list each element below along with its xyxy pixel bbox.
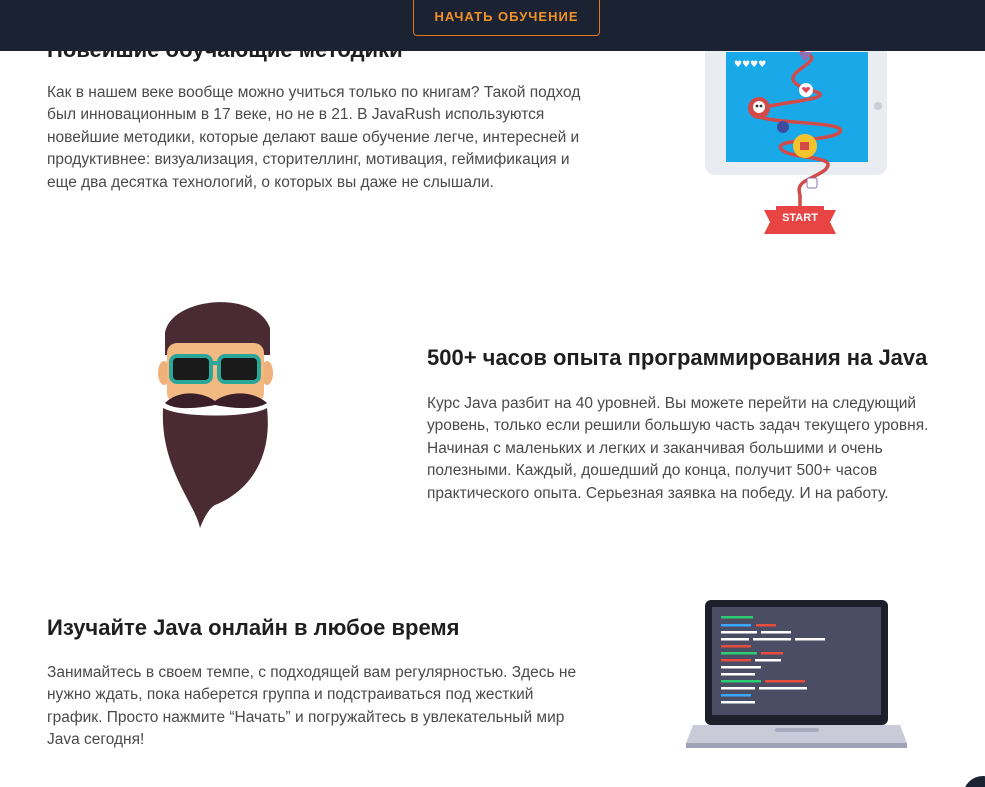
section-text: Как в нашем веке вообще можно учиться то… bbox=[47, 84, 581, 191]
svg-text:START: START bbox=[782, 212, 818, 224]
game-path-illustration: ♥♥♥♥ START bbox=[700, 30, 900, 240]
start-learning-button[interactable]: НАЧАТЬ ОБУЧЕНИЕ bbox=[413, 0, 600, 36]
top-navbar: НАЧАТЬ ОБУЧЕНИЕ bbox=[0, 0, 985, 51]
section-500-hours: 500+ часов опыта программирования на Jav… bbox=[427, 344, 967, 505]
hipster-illustration bbox=[155, 293, 275, 538]
section-title: Изучайте Java онлайн в любое время bbox=[47, 615, 460, 640]
chat-widget-button[interactable] bbox=[963, 776, 985, 787]
section-learn-anytime: Изучайте Java онлайн в любое время Заним… bbox=[47, 614, 592, 752]
section-title: 500+ часов опыта программирования на Jav… bbox=[427, 345, 928, 370]
laptop-illustration bbox=[685, 598, 910, 750]
section-text: Курс Java разбит на 40 уровней. Вы может… bbox=[427, 395, 929, 502]
section-text: Занимайтесь в своем темпе, с подходящей … bbox=[47, 664, 577, 749]
hearts-icon: ♥♥♥♥ bbox=[734, 60, 766, 70]
